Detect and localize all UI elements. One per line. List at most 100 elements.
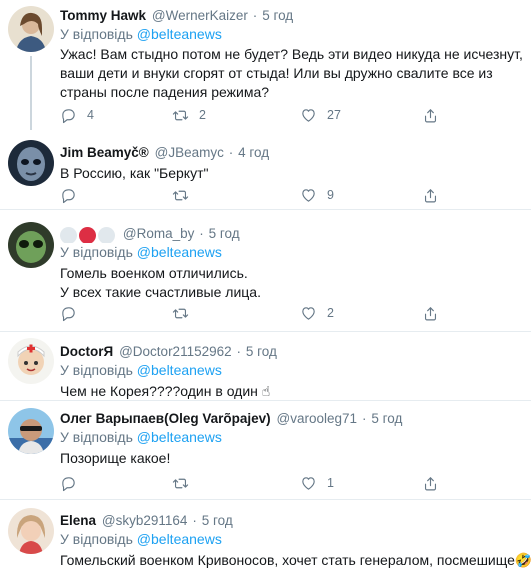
reply-prefix: У відповідь <box>60 244 133 260</box>
retweet-button[interactable] <box>172 184 189 206</box>
tweet-text: Ужас! Вам стыдно потом не будет? Ведь эт… <box>60 46 527 100</box>
share-button[interactable] <box>422 184 439 206</box>
author-handle[interactable]: @skyb291164 <box>102 513 188 528</box>
like-button[interactable]: 2 <box>300 302 334 324</box>
separator-dot: · <box>199 226 204 241</box>
retweet-button[interactable] <box>172 302 189 324</box>
white-circle-emoji <box>60 226 77 243</box>
tweet-text: В Россию, как "Беркут" <box>60 165 209 181</box>
like-icon <box>302 476 315 490</box>
reply-mention-link[interactable]: @belteanews <box>137 244 222 260</box>
reply-mention-link[interactable]: @belteanews <box>137 26 222 42</box>
retweet-icon <box>172 190 189 200</box>
reply-mention-link[interactable]: @belteanews <box>137 429 222 445</box>
author-name[interactable]: Elena <box>60 513 96 528</box>
action-bar: 9 <box>60 184 460 206</box>
author-name[interactable]: Олег Варыпаев(Oleg Varõpajev) <box>60 411 271 426</box>
reply-button[interactable]: 4 <box>60 104 94 126</box>
white-circle-emoji <box>98 226 115 243</box>
reply-mention-link[interactable]: @belteanews <box>137 531 222 547</box>
timestamp[interactable]: 5 год <box>371 411 402 426</box>
like-button[interactable]: 1 <box>300 472 334 494</box>
like-button[interactable]: 27 <box>300 104 341 126</box>
author-handle[interactable]: @Doctor21152962 <box>119 344 232 359</box>
separator-dot: · <box>236 344 242 359</box>
tweet-card[interactable]: DoctorЯ @Doctor21152962 · 5 год У відпов… <box>0 333 531 401</box>
avatar[interactable] <box>8 408 54 454</box>
tweet-card[interactable]: Jim Beamyč® @JBeamyc · 4 год В Россию, к… <box>0 137 531 210</box>
retweet-icon <box>172 478 189 488</box>
reply-button[interactable] <box>60 472 77 494</box>
reply-context: У відповідь @belteanews <box>60 243 525 262</box>
separator-dot: · <box>252 8 258 23</box>
action-bar: 2 <box>60 302 460 324</box>
reply-prefix: У відповідь <box>60 26 133 42</box>
share-icon <box>424 188 437 202</box>
reply-context: У відповідь @belteanews <box>60 428 525 447</box>
tweet-text: Чем не Корея????один в один ☝ <box>60 383 271 399</box>
like-icon <box>302 306 315 320</box>
author-handle[interactable]: @varooleg71 <box>277 411 358 426</box>
retweet-icon <box>172 308 189 318</box>
reply-mention-link[interactable]: @belteanews <box>137 362 222 378</box>
reply-icon <box>62 476 75 491</box>
reply-icon <box>62 108 75 123</box>
reply-context: У відповідь @belteanews <box>60 25 525 44</box>
author-handle[interactable]: @WernerKaizer <box>152 8 248 23</box>
tweet-text: Позорище какое! <box>60 450 171 466</box>
like-icon <box>302 188 315 202</box>
tweet-card[interactable]: Elena @skyb291164 · 5 год У відповідь @b… <box>0 501 531 574</box>
avatar[interactable] <box>8 222 54 268</box>
like-count: 27 <box>327 108 341 122</box>
share-button[interactable] <box>422 472 439 494</box>
author-handle[interactable]: @Roma_by <box>123 226 194 241</box>
red-circle-emoji <box>79 226 96 243</box>
author-name[interactable]: Tommy Hawk <box>60 8 146 23</box>
reply-context: У відповідь @belteanews <box>60 361 525 380</box>
reply-icon <box>62 188 75 203</box>
separator-dot: · <box>361 411 367 426</box>
thread-line <box>30 56 32 130</box>
reply-button[interactable] <box>60 184 77 206</box>
avatar[interactable] <box>8 6 54 52</box>
share-button[interactable] <box>422 104 439 126</box>
name-emoji-group <box>60 225 117 243</box>
reply-icon <box>62 306 75 321</box>
timestamp[interactable]: 5 год <box>209 226 240 241</box>
separator-dot: · <box>192 513 197 528</box>
reply-context: У відповідь @belteanews <box>60 530 525 549</box>
reply-prefix: У відповідь <box>60 362 133 378</box>
avatar[interactable] <box>8 140 54 186</box>
action-bar: 1 <box>60 472 460 494</box>
like-count: 2 <box>327 306 334 320</box>
action-bar: 4 2 27 <box>60 104 460 126</box>
avatar[interactable] <box>8 338 54 384</box>
like-icon <box>302 108 315 122</box>
retweet-button[interactable] <box>172 472 189 494</box>
author-name[interactable]: DoctorЯ <box>60 344 113 359</box>
avatar[interactable] <box>8 508 54 554</box>
author-name[interactable]: Jim Beamyč® <box>60 145 149 160</box>
share-icon <box>424 476 437 490</box>
reply-button[interactable] <box>60 302 77 324</box>
retweet-count: 2 <box>199 108 206 122</box>
reply-count: 4 <box>87 108 94 122</box>
timestamp[interactable]: 5 год <box>262 8 293 23</box>
retweet-button[interactable]: 2 <box>172 104 206 126</box>
timestamp[interactable]: 5 год <box>202 513 233 528</box>
share-icon <box>424 108 437 122</box>
tweet-card[interactable]: Tommy Hawk @WernerKaizer · 5 год У відпо… <box>0 0 531 130</box>
tweet-card[interactable]: Олег Варыпаев(Oleg Varõpajev) @varooleg7… <box>0 401 531 500</box>
share-button[interactable] <box>422 302 439 324</box>
separator-dot: · <box>228 145 234 160</box>
tweet-text: Гомель военком отличились. У всех такие … <box>60 265 261 300</box>
share-icon <box>424 306 437 320</box>
like-button[interactable]: 9 <box>300 184 334 206</box>
author-handle[interactable]: @JBeamyc <box>155 145 224 160</box>
like-count: 9 <box>327 188 334 202</box>
tweet-text: Гомельский военком Кривоносов, хочет ста… <box>60 552 531 568</box>
tweet-card[interactable]: @Roma_by · 5 год У відповідь @belteanews… <box>0 218 531 332</box>
like-count: 1 <box>327 476 334 490</box>
timestamp[interactable]: 5 год <box>246 344 277 359</box>
timestamp[interactable]: 4 год <box>238 145 269 160</box>
